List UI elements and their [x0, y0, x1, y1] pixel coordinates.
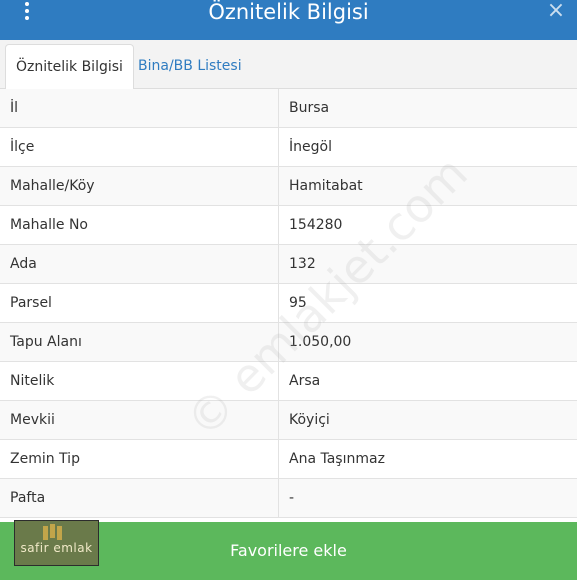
attribute-key: Mahalle No [0, 205, 279, 245]
attribute-value: Bursa [278, 89, 577, 128]
table-row: Ada 132 [0, 244, 577, 284]
attribute-value: - [278, 478, 577, 518]
attribute-key: Zemin Tip [0, 439, 279, 479]
attribute-value: Hamitabat [278, 166, 577, 206]
attribute-value: 154280 [278, 205, 577, 245]
close-icon[interactable]: × [545, 0, 567, 24]
tab-bina-bb-listesi[interactable]: Bina/BB Listesi [128, 44, 252, 88]
table-row: Pafta - [0, 478, 577, 518]
table-row: Nitelik Arsa [0, 361, 577, 401]
modal-title: Öznitelik Bilgisi [208, 0, 369, 24]
table-row: İlçe İnegöl [0, 127, 577, 167]
attribute-value: 95 [278, 283, 577, 323]
attribute-value: Köyiçi [278, 400, 577, 440]
table-row: Tapu Alanı 1.050,00 [0, 322, 577, 362]
table-row: İl Bursa [0, 89, 577, 128]
attribute-key: İl [0, 89, 279, 128]
table-row: Mevkii Köyiçi [0, 400, 577, 440]
table-row: Zemin Tip Ana Taşınmaz [0, 439, 577, 479]
attribute-value: İnegöl [278, 127, 577, 167]
table-row: Mahalle/Köy Hamitabat [0, 166, 577, 206]
attribute-key: Mahalle/Köy [0, 166, 279, 206]
logo-text: safir emlak [20, 541, 93, 555]
tab-oznitelik-bilgisi[interactable]: Öznitelik Bilgisi [5, 44, 134, 90]
attribute-value: 132 [278, 244, 577, 284]
table-row: Parsel 95 [0, 283, 577, 323]
attribute-key: İlçe [0, 127, 279, 167]
attribute-value: 1.050,00 [278, 322, 577, 362]
modal-header: Öznitelik Bilgisi × [0, 0, 577, 40]
attribute-key: Parsel [0, 283, 279, 323]
company-logo: safir emlak [14, 520, 99, 566]
attribute-value: Arsa [278, 361, 577, 401]
attribute-key: Nitelik [0, 361, 279, 401]
attribute-key: Mevkii [0, 400, 279, 440]
attribute-key: Tapu Alanı [0, 322, 279, 362]
attribute-key: Ada [0, 244, 279, 284]
table-row: Mahalle No 154280 [0, 205, 577, 245]
attribute-table: İl Bursa İlçe İnegöl Mahalle/Köy Hamitabat … [0, 89, 577, 518]
attribute-key: Pafta [0, 478, 279, 518]
attribute-value: Ana Taşınmaz [278, 439, 577, 479]
tab-bar: Öznitelik Bilgisi Bina/BB Listesi [0, 40, 577, 90]
